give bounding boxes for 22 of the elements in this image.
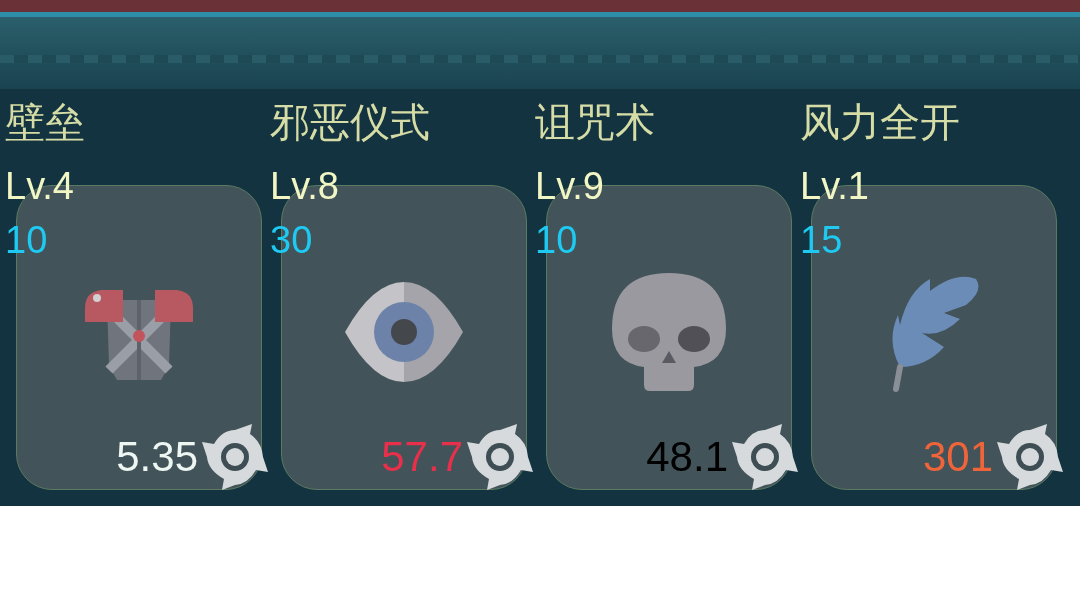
skill-level: Lv.8 [270, 164, 339, 208]
skill-cost: 10 [535, 218, 578, 262]
eye-icon [343, 282, 465, 382]
skull-icon [610, 271, 728, 393]
skill-level: Lv.9 [535, 164, 604, 208]
skill-level: Lv.4 [5, 164, 74, 208]
skill-cost: 30 [270, 218, 313, 262]
skill-name: 壁垒 [5, 98, 85, 146]
skill-cost: 15 [800, 218, 843, 262]
swirl-icon[interactable] [465, 422, 535, 492]
skill-value: 57.7 [381, 432, 463, 482]
skill-value: 48.1 [646, 432, 728, 482]
skill-cost: 10 [5, 218, 48, 262]
skill-value: 5.35 [116, 432, 198, 482]
skill-name: 邪恶仪式 [270, 98, 430, 146]
swirl-icon[interactable] [730, 422, 800, 492]
swirl-icon[interactable] [200, 422, 270, 492]
swirl-icon[interactable] [995, 422, 1065, 492]
skill-level: Lv.1 [800, 164, 869, 208]
skill-value: 301 [922, 432, 993, 482]
skill-name: 诅咒术 [535, 98, 655, 146]
skill-name: 风力全开 [800, 98, 960, 146]
